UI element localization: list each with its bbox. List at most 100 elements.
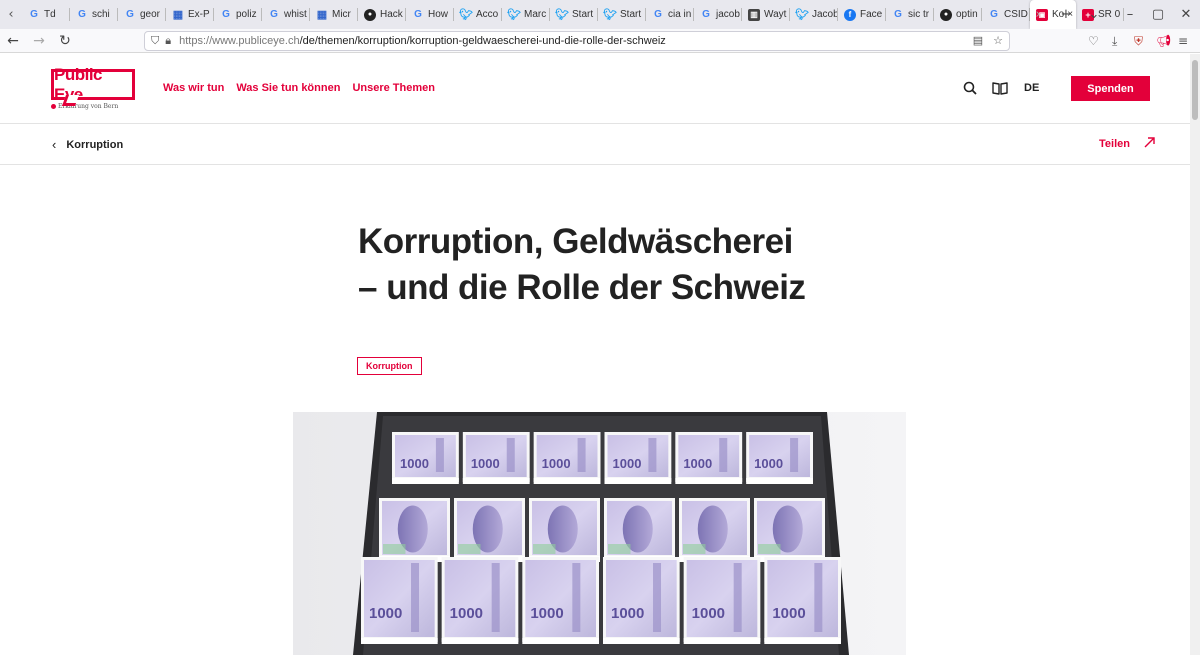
browser-tab[interactable]: G CSID (982, 0, 1030, 29)
twitter-icon: 🐦︎ (507, 9, 521, 21)
banknote-value: 1000 (772, 605, 805, 622)
reload-icon[interactable]: ↻ (52, 29, 78, 53)
google-icon: G (894, 9, 902, 20)
browser-tab[interactable]: Gschi (70, 0, 118, 29)
scrollbar-thumb[interactable] (1192, 60, 1198, 120)
new-tab-plus-icon[interactable]: + (1052, 7, 1080, 22)
twitter-icon: 🐦︎ (795, 9, 809, 21)
browser-tab[interactable]: 🐦︎ Acco (454, 0, 502, 29)
tab-label: Hack (380, 9, 403, 20)
forward-arrow-icon[interactable]: → (26, 29, 52, 53)
tab-label: schi (92, 9, 110, 20)
minimize-icon[interactable]: – (1116, 7, 1144, 22)
banknote-bundle: 1000 (522, 557, 599, 644)
share-link[interactable]: Teilen (1099, 137, 1155, 151)
window-close-icon[interactable]: ✕ (1172, 7, 1200, 22)
browser-tab[interactable]: Gcia in (646, 0, 694, 29)
google-icon: G (270, 9, 278, 20)
browser-tab[interactable]: Gsic tr (886, 0, 934, 29)
browser-nav-bar: ← → ↻ ⛉ 🔒︎ https://www.publiceye.ch/de/t… (0, 29, 1200, 53)
logo-dot-icon (51, 104, 56, 109)
banknote-bundle: 1000 (604, 432, 672, 484)
browser-tab[interactable]: 🐦︎ Marc (502, 0, 550, 29)
banknote-bundle (604, 498, 675, 562)
list-all-tabs-chevron-down-icon[interactable]: ⌄ (1080, 7, 1108, 22)
menu-hamburger-icon[interactable]: ≡ (1178, 29, 1188, 53)
maximize-icon[interactable]: ▢ (1144, 7, 1172, 22)
chevron-left-icon: ‹ (52, 137, 57, 152)
megaphone-icon[interactable]: 📢︎ (1156, 29, 1171, 53)
tab-scroll-left-button[interactable]: ‹ (0, 0, 22, 29)
browser-tab[interactable]: 🐦︎ Jacob (790, 0, 838, 29)
back-arrow-icon[interactable]: ← (0, 29, 26, 53)
google-icon: G (702, 9, 710, 20)
browser-tab[interactable]: G Td (22, 0, 70, 29)
donate-button[interactable]: Spenden (1071, 76, 1150, 101)
tab-label: Micr (332, 9, 351, 20)
title-line-1: Korruption, Geldwäscherei (358, 222, 793, 261)
bookmark-star-icon[interactable]: ☆ (993, 34, 1003, 47)
banknote-bundle: 1000 (603, 557, 680, 644)
banknote-bundle (754, 498, 825, 562)
page-scrollbar[interactable] (1190, 54, 1200, 655)
tab-label: whist (284, 9, 307, 20)
search-icon[interactable] (960, 78, 980, 98)
pocket-icon[interactable]: ♡ (1088, 29, 1099, 53)
banknote-illustration: 1000 1000 1000 1000 1000 1000 1000 1000 1000 1000… (293, 412, 906, 655)
tab-label: Face (860, 9, 883, 20)
banknote-bundle: 1000 (764, 557, 841, 644)
tab-label: Acco (476, 9, 499, 20)
url-bar[interactable]: ⛉ 🔒︎ https://www.publiceye.ch/de/themen/… (144, 31, 1010, 51)
share-label: Teilen (1099, 138, 1130, 150)
tab-scroll-right-icon[interactable]: › (1024, 7, 1052, 22)
nav-was-sie-tun-koennen[interactable]: Was Sie tun können (236, 82, 340, 94)
browser-tab[interactable]: ▦ Micr (310, 0, 358, 29)
browser-tab[interactable]: G How (406, 0, 454, 29)
webpage: Public Eye Erklärung von Bern Was wir tu… (0, 54, 1190, 655)
browser-tab[interactable]: Gpoliz (214, 0, 262, 29)
browser-tab[interactable]: 🐦︎ Start (550, 0, 598, 29)
language-switch[interactable]: DE (1024, 82, 1039, 94)
browser-tab[interactable]: f Face (838, 0, 886, 29)
browser-tab[interactable]: ▦ Ex-P (166, 0, 214, 29)
lock-icon[interactable]: 🔒︎ (165, 35, 171, 48)
tab-label: Start (620, 9, 642, 20)
open-book-icon[interactable] (990, 78, 1010, 98)
shield-icon[interactable]: ⛉ (151, 35, 159, 48)
browser-tab[interactable]: Gjacob (694, 0, 742, 29)
banknote-bundle: 1000 (441, 557, 519, 644)
nav-unsere-themen[interactable]: Unsere Themen (352, 82, 435, 94)
header-tools: DE (960, 78, 1039, 98)
tab-label: Jacob (812, 9, 838, 20)
reader-view-icon[interactable]: ▤ (973, 34, 983, 47)
browser-tab[interactable]: 🐦︎ Start (598, 0, 646, 29)
browser-tab[interactable]: ▥ Wayt (742, 0, 790, 29)
topic-bar: ‹ Korruption Teilen (0, 123, 1190, 165)
tab-label: Marc (524, 9, 547, 20)
browser-tab[interactable]: ● optin (934, 0, 982, 29)
twitter-icon: 🐦︎ (603, 9, 617, 21)
browser-tab[interactable]: ● Hack (358, 0, 406, 29)
downloads-icon[interactable]: ⤓ (1112, 29, 1117, 53)
topic-label: Korruption (66, 138, 124, 151)
logo-wordmark: Public Eye (51, 65, 135, 104)
url-text[interactable]: https://www.publiceye.ch/de/themen/korru… (179, 35, 666, 47)
browser-tab[interactable]: Ggeor (118, 0, 166, 29)
twitter-icon: 🐦︎ (459, 9, 473, 21)
page-icon: ▦ (172, 9, 184, 21)
nav-was-wir-tun[interactable]: Was wir tun (163, 82, 224, 94)
banknote-bundle (379, 498, 450, 562)
tab-label: Wayt (764, 9, 787, 20)
banknote-value: 1000 (611, 605, 644, 622)
banknote-bundle (679, 498, 750, 562)
topic-tag[interactable]: Korruption (357, 357, 422, 375)
browser-tab[interactable]: Gwhist (262, 0, 310, 29)
public-eye-logo[interactable]: Public Eye Erklärung von Bern (51, 65, 135, 110)
banknote-bundle (529, 498, 600, 562)
ublock-icon[interactable]: ⛨ (1134, 29, 1143, 53)
banknote-value: 1000 (530, 605, 563, 622)
hero-image-briefcase-banknotes: 1000 1000 1000 1000 1000 1000 1000 1000 1000 1000… (293, 412, 906, 655)
github-icon: ● (364, 8, 376, 21)
back-to-topic-link[interactable]: ‹ Korruption (52, 137, 123, 152)
window-controls: – ▢ ✕ (1116, 7, 1200, 22)
